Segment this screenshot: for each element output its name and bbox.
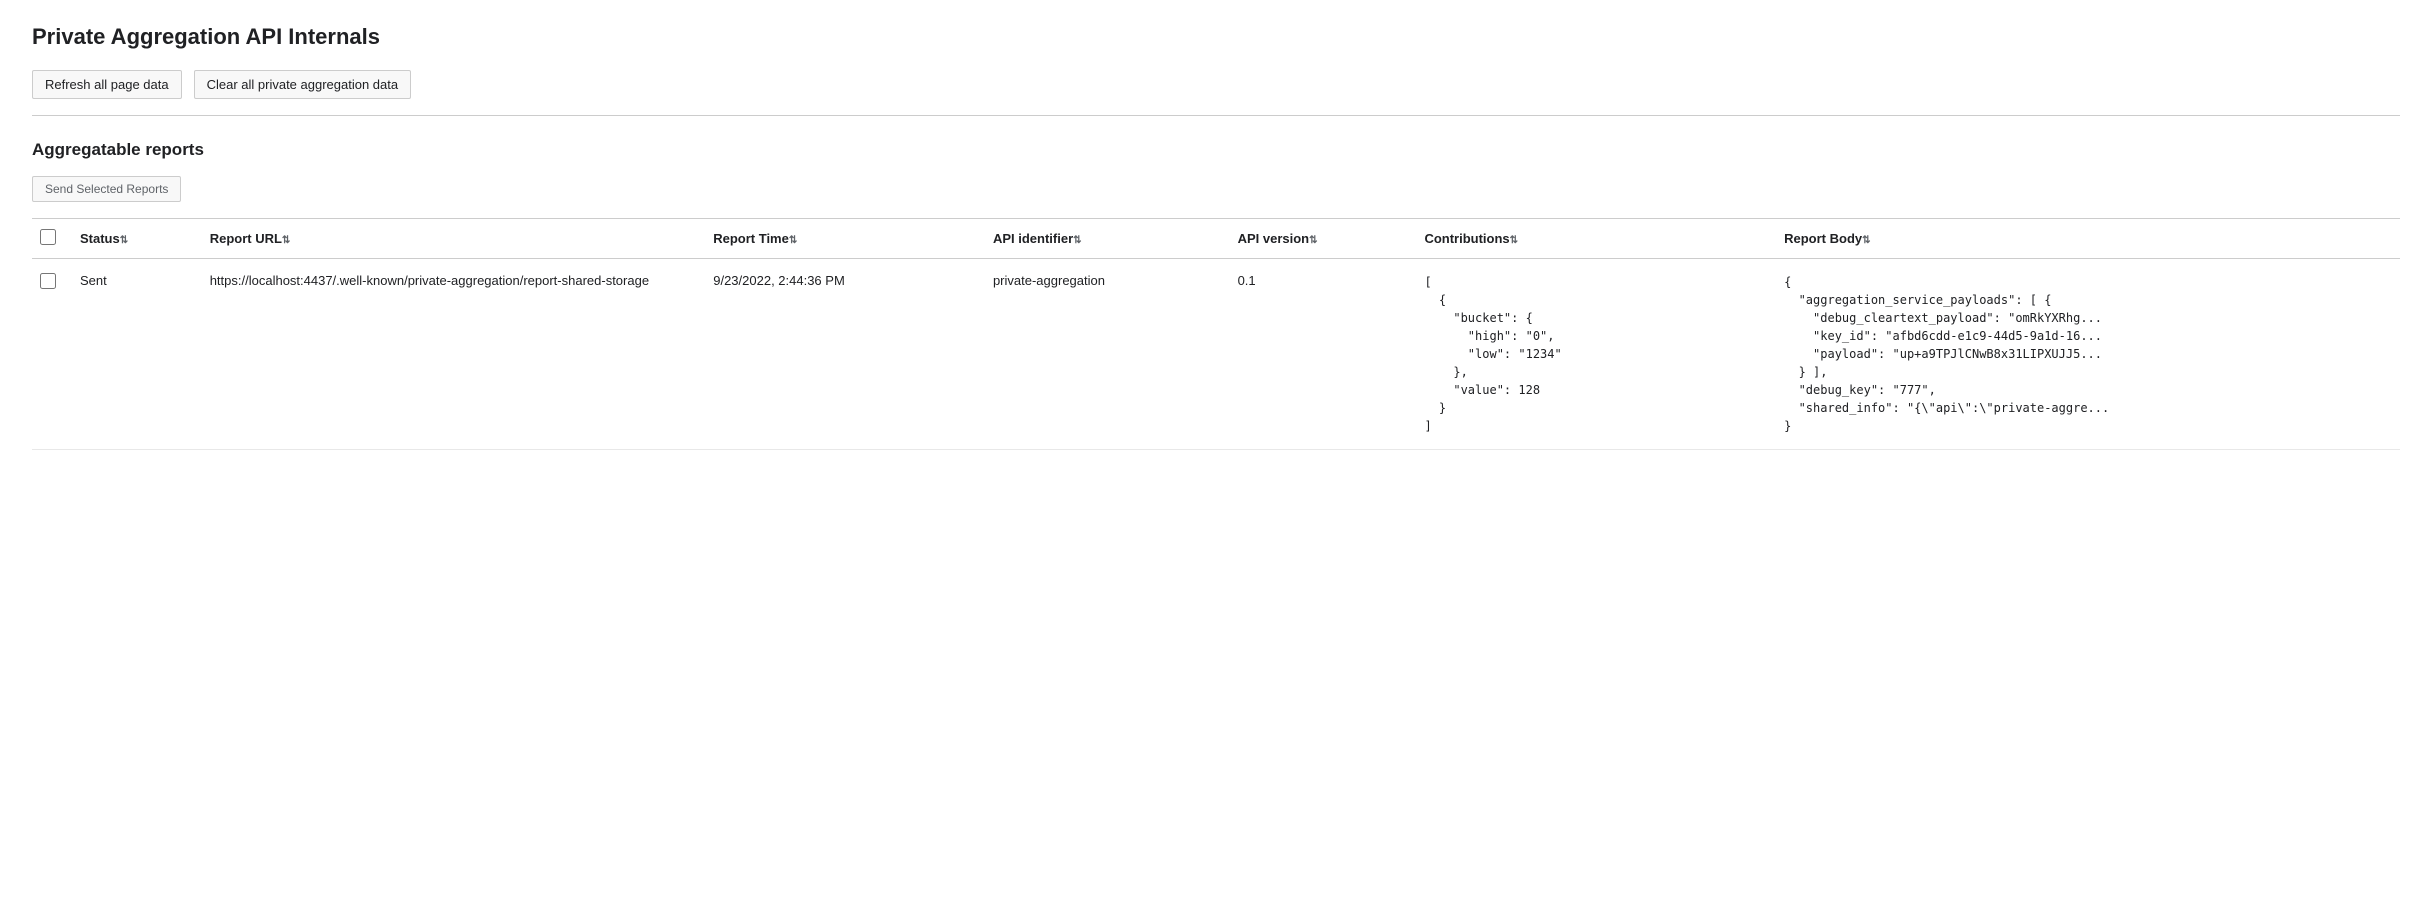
sort-icon: ⇅: [789, 235, 797, 246]
header-api-version[interactable]: API version⇅: [1226, 219, 1413, 259]
sort-icon: ⇅: [1309, 235, 1317, 246]
row-status: Sent: [68, 259, 198, 450]
row-checkbox[interactable]: [40, 273, 56, 289]
header-contributions[interactable]: Contributions⇅: [1412, 219, 1772, 259]
section-heading: Aggregatable reports: [32, 140, 2400, 160]
row-report-body: { "aggregation_service_payloads": [ { "d…: [1772, 259, 2400, 450]
table-body: Senthttps://localhost:4437/.well-known/p…: [32, 259, 2400, 450]
header-report-body[interactable]: Report Body⇅: [1772, 219, 2400, 259]
sort-icon: ⇅: [1862, 235, 1870, 246]
divider: [32, 115, 2400, 116]
top-toolbar: Refresh all page data Clear all private …: [32, 70, 2400, 99]
table-row: Senthttps://localhost:4437/.well-known/p…: [32, 259, 2400, 450]
sort-icon: ⇅: [120, 235, 128, 246]
sort-icon: ⇅: [282, 235, 290, 246]
sort-icon: ⇅: [1073, 235, 1081, 246]
report-body-json: { "aggregation_service_payloads": [ { "d…: [1784, 273, 2388, 435]
reports-table: Status⇅ Report URL⇅ Report Time⇅ API ide…: [32, 218, 2400, 450]
row-checkbox-cell: [32, 259, 68, 450]
row-api-version: 0.1: [1226, 259, 1413, 450]
page-title: Private Aggregation API Internals: [32, 24, 2400, 50]
header-status[interactable]: Status⇅: [68, 219, 198, 259]
row-contributions: [ { "bucket": { "high": "0", "low": "123…: [1412, 259, 1772, 450]
contributions-json: [ { "bucket": { "high": "0", "low": "123…: [1424, 273, 1760, 435]
header-checkbox-cell: [32, 219, 68, 259]
clear-button[interactable]: Clear all private aggregation data: [194, 70, 412, 99]
row-url: https://localhost:4437/.well-known/priva…: [198, 259, 702, 450]
row-api-identifier: private-aggregation: [981, 259, 1226, 450]
refresh-button[interactable]: Refresh all page data: [32, 70, 182, 99]
row-time: 9/23/2022, 2:44:36 PM: [701, 259, 981, 450]
select-all-checkbox[interactable]: [40, 229, 56, 245]
header-api-identifier[interactable]: API identifier⇅: [981, 219, 1226, 259]
header-report-url[interactable]: Report URL⇅: [198, 219, 702, 259]
table-header-row: Status⇅ Report URL⇅ Report Time⇅ API ide…: [32, 219, 2400, 259]
send-reports-button[interactable]: Send Selected Reports: [32, 176, 181, 202]
header-report-time[interactable]: Report Time⇅: [701, 219, 981, 259]
sort-icon: ⇅: [1510, 235, 1518, 246]
